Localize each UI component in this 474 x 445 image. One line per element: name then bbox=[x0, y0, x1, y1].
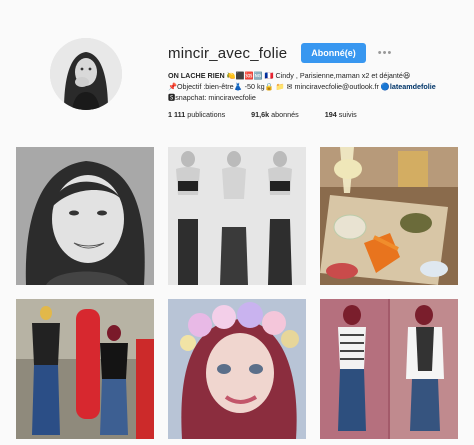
username-row: mincir_avec_folie Abonné(e) ••• bbox=[168, 42, 392, 64]
following-stat[interactable]: 194 suivis bbox=[325, 110, 357, 119]
bio-headline-rest: 🍋⬛️🆘🆖 🇫🇷 Cindy , Parisienne,maman x2 et … bbox=[224, 71, 411, 80]
post-image bbox=[320, 299, 458, 439]
avatar-image bbox=[50, 38, 122, 110]
followers-label: abonnés bbox=[271, 110, 299, 119]
posts-label: publications bbox=[187, 110, 226, 119]
post-tile[interactable] bbox=[16, 147, 154, 285]
post-tile[interactable] bbox=[168, 147, 306, 285]
more-options-icon[interactable]: ••• bbox=[378, 47, 393, 59]
post-tile[interactable] bbox=[16, 299, 154, 439]
profile-stats: 1 111 publications 91,6k abonnés 194 sui… bbox=[168, 110, 383, 119]
followers-count: 91,6k bbox=[251, 110, 270, 119]
followers-stat[interactable]: 91,6k abonnés bbox=[251, 110, 299, 119]
post-tile[interactable] bbox=[320, 299, 458, 439]
profile-header: mincir_avec_folie Abonné(e) ••• ON LACHE… bbox=[0, 0, 474, 140]
post-image bbox=[16, 147, 154, 285]
bio-line-3: 🆂snapchat: minciravecfolie bbox=[168, 92, 458, 103]
post-image bbox=[320, 147, 458, 285]
bio-headline: ON LACHE RIEN bbox=[168, 71, 225, 80]
bio-objective: 📌Objectif :bien-être👗 -50 kg🔒 📁 ✉ mincir… bbox=[168, 82, 379, 91]
avatar[interactable] bbox=[50, 38, 122, 110]
post-tile[interactable] bbox=[320, 147, 458, 285]
bio-line-1: ON LACHE RIEN 🍋⬛️🆘🆖 🇫🇷 Cindy , Parisienn… bbox=[168, 70, 458, 81]
bio-link[interactable]: 🔵lateamdefolie bbox=[381, 82, 436, 91]
bio-line-2: 📌Objectif :bien-être👗 -50 kg🔒 📁 ✉ mincir… bbox=[168, 81, 458, 92]
bio-snapchat: 🆂snapchat: minciravecfolie bbox=[168, 93, 256, 102]
post-image bbox=[168, 299, 306, 439]
post-image bbox=[16, 299, 154, 439]
post-image bbox=[168, 147, 306, 285]
username: mincir_avec_folie bbox=[168, 44, 288, 62]
following-button[interactable]: Abonné(e) bbox=[301, 43, 366, 63]
following-count: 194 bbox=[324, 110, 337, 119]
following-label: suivis bbox=[338, 110, 357, 119]
bio: ON LACHE RIEN 🍋⬛️🆘🆖 🇫🇷 Cindy , Parisienn… bbox=[168, 70, 458, 103]
posts-stat: 1 111 publications bbox=[168, 110, 225, 119]
posts-count: 1 111 bbox=[168, 110, 186, 119]
post-tile[interactable] bbox=[168, 299, 306, 439]
